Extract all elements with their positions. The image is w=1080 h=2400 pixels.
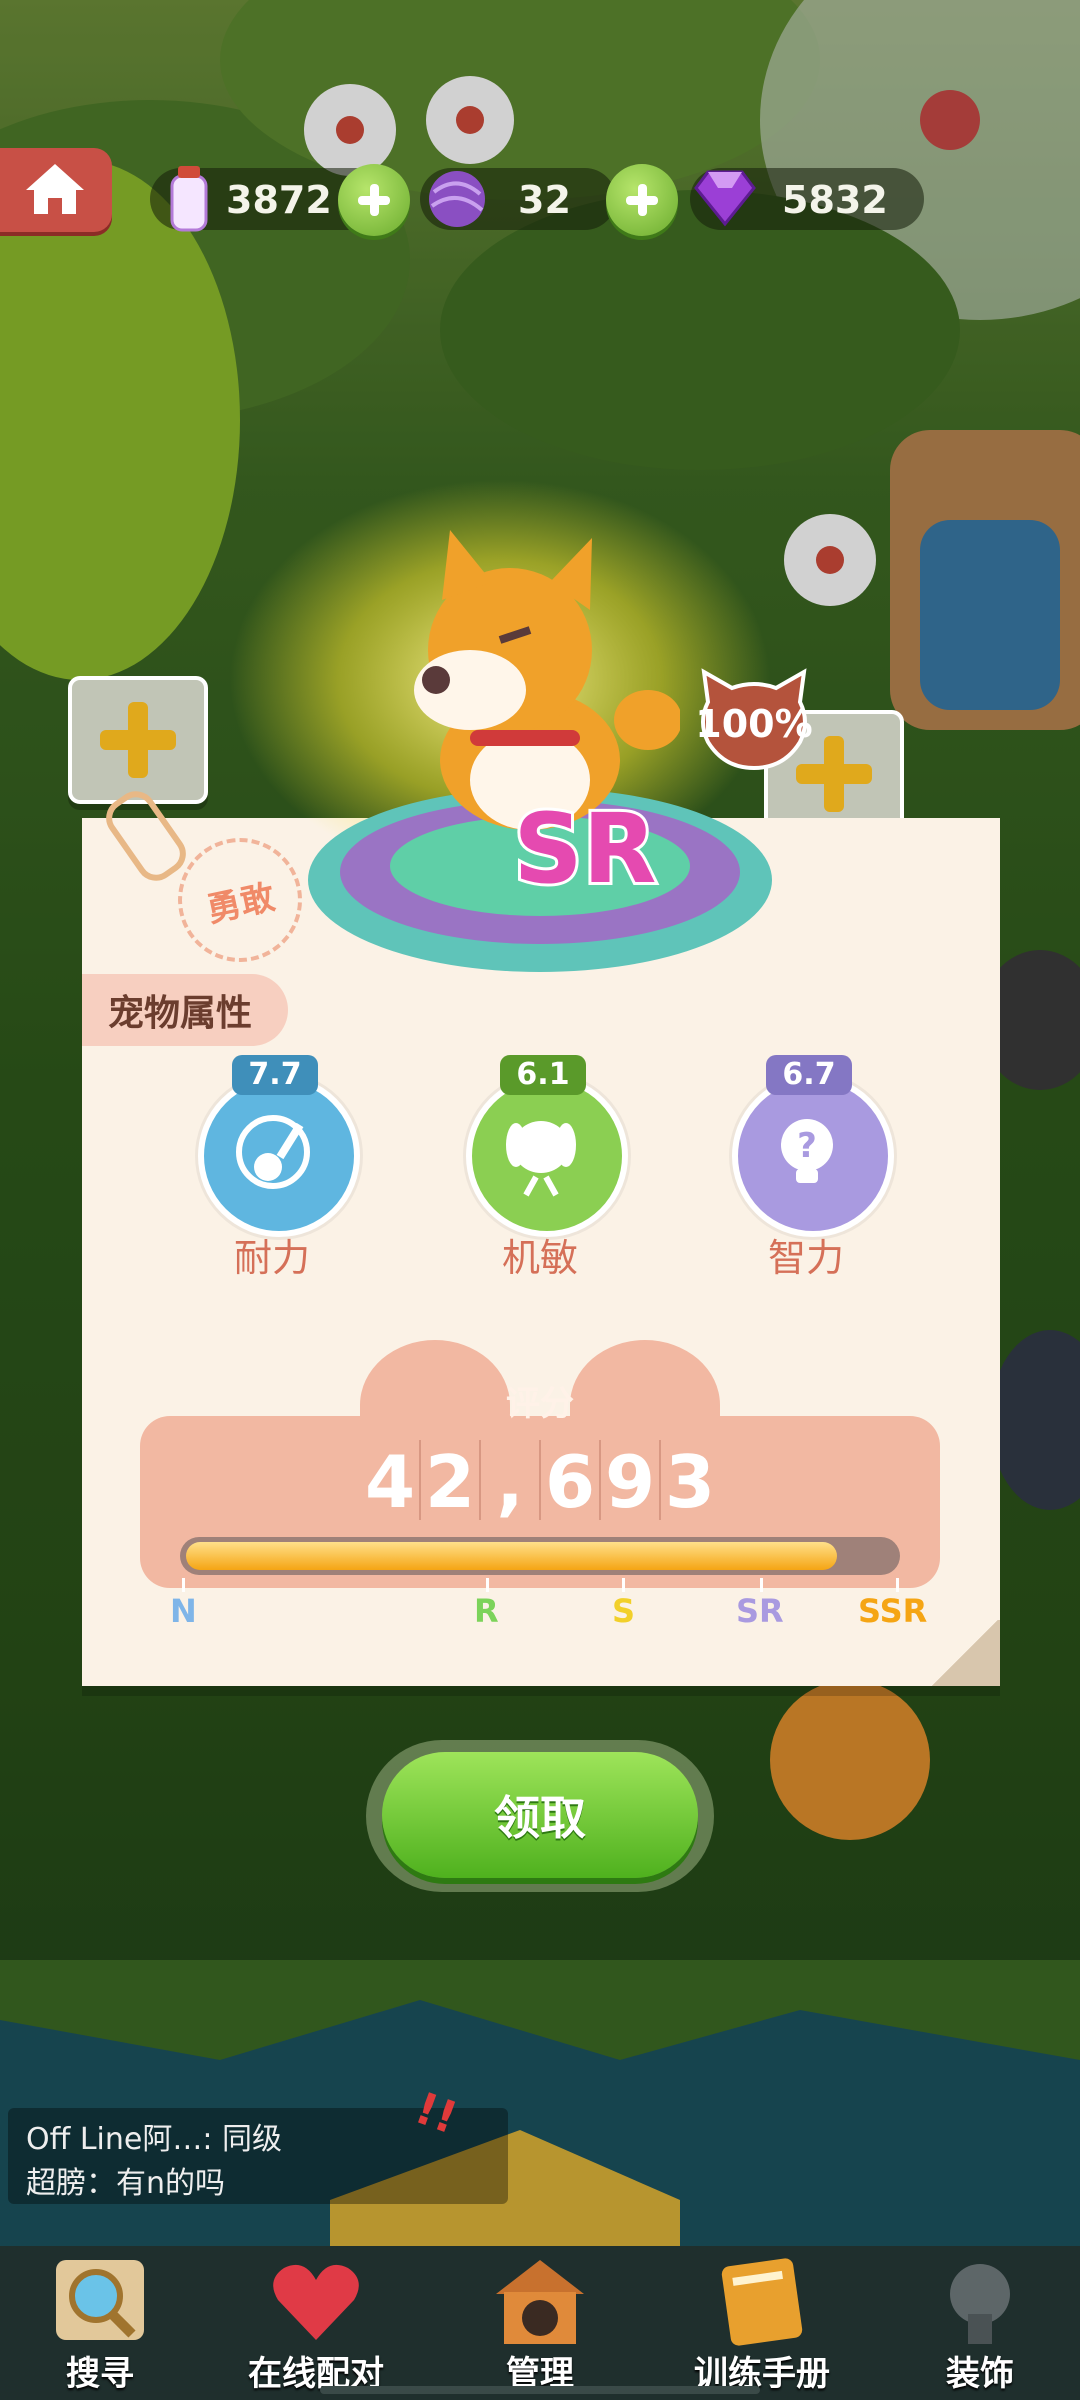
resource-2-count: 32: [518, 178, 571, 222]
book-icon: [721, 2258, 803, 2346]
nav-manage[interactable]: 管理: [440, 2254, 640, 2394]
grade-tick: [760, 1578, 763, 1592]
stat-endurance: 7.7 耐力: [182, 1055, 362, 1285]
home-button[interactable]: [0, 148, 112, 232]
grade-tick: [622, 1578, 625, 1592]
stat-agility-label: 机敏: [501, 1236, 578, 1280]
progress-percent: 100%: [695, 702, 813, 746]
stat-intelligence-label: 智力: [767, 1236, 844, 1280]
nav-decoration[interactable]: 装饰: [880, 2254, 1080, 2394]
dog-face-icon: [506, 1121, 576, 1197]
heart-icon: [273, 2264, 359, 2340]
resource-3-count: 5832: [782, 178, 888, 222]
home-indicator: [320, 2386, 760, 2394]
score-value: 4 2 , 6 9 3: [310, 1440, 770, 1524]
grade-ssr: SSR: [858, 1592, 928, 1630]
decoration-icon: [950, 2264, 1010, 2344]
grade-sr: SR: [736, 1592, 784, 1630]
score-digit: 3: [664, 1440, 716, 1524]
add-resource-1-button[interactable]: [338, 164, 410, 236]
grade-tick: [182, 1578, 185, 1592]
chat-message: Off Line阿…: 同级: [26, 2122, 282, 2157]
rarity-text: SR: [513, 793, 656, 905]
nav-training-manual[interactable]: 训练手册: [662, 2254, 862, 2394]
score-digit: 2: [421, 1440, 481, 1524]
grade-tick: [486, 1578, 489, 1592]
grade-r: R: [474, 1592, 499, 1630]
milk-bottle-icon: [170, 166, 208, 232]
endurance-icon: [236, 1115, 310, 1189]
doghouse-icon: [496, 2260, 584, 2344]
gem-icon: [694, 170, 756, 227]
home-icon: [26, 164, 84, 214]
claim-button[interactable]: 领取: [382, 1752, 698, 1878]
stat-endurance-label: 耐力: [233, 1236, 310, 1280]
resource-1-count: 3872: [226, 178, 332, 222]
score-digit: 6: [541, 1440, 601, 1524]
stat-agility-value: 6.1: [500, 1055, 586, 1095]
chat-message: 超膀：有n的吗: [26, 2166, 226, 2201]
magnifier-icon: [56, 2260, 144, 2340]
nav-search-label: 搜寻: [66, 2354, 134, 2394]
score-progress-bar: [180, 1537, 900, 1575]
nav-search[interactable]: 搜寻: [0, 2254, 200, 2394]
score-digit: 9: [601, 1440, 661, 1524]
score-label: 评分: [506, 1384, 574, 1424]
nav-online-match[interactable]: 在线配对: [216, 2254, 416, 2394]
card-page-curl: [930, 1620, 1000, 1686]
add-resource-2-button[interactable]: [606, 164, 678, 236]
yarn-ball-icon: [429, 171, 485, 227]
grade-s: S: [612, 1592, 636, 1630]
score-digit: ,: [481, 1440, 541, 1524]
grade-tick: [896, 1578, 899, 1592]
stat-intelligence-value: 6.7: [766, 1055, 852, 1095]
stat-intelligence: ? 6.7 智力: [716, 1055, 896, 1285]
stat-agility: 6.1 机敏: [450, 1055, 630, 1285]
sr-rarity-badge: SR: [510, 790, 659, 908]
score-digit: 4: [361, 1440, 421, 1524]
lightbulb-icon: ?: [781, 1119, 833, 1183]
stat-endurance-value: 7.7: [232, 1055, 318, 1095]
section-title: 宠物属性: [82, 974, 288, 1046]
score-progress-fill: [186, 1542, 837, 1570]
left-add-slot-button[interactable]: [68, 676, 208, 804]
grade-n: N: [170, 1592, 197, 1630]
nav-decoration-label: 装饰: [946, 2354, 1014, 2394]
svg-text:?: ?: [797, 1126, 817, 1166]
